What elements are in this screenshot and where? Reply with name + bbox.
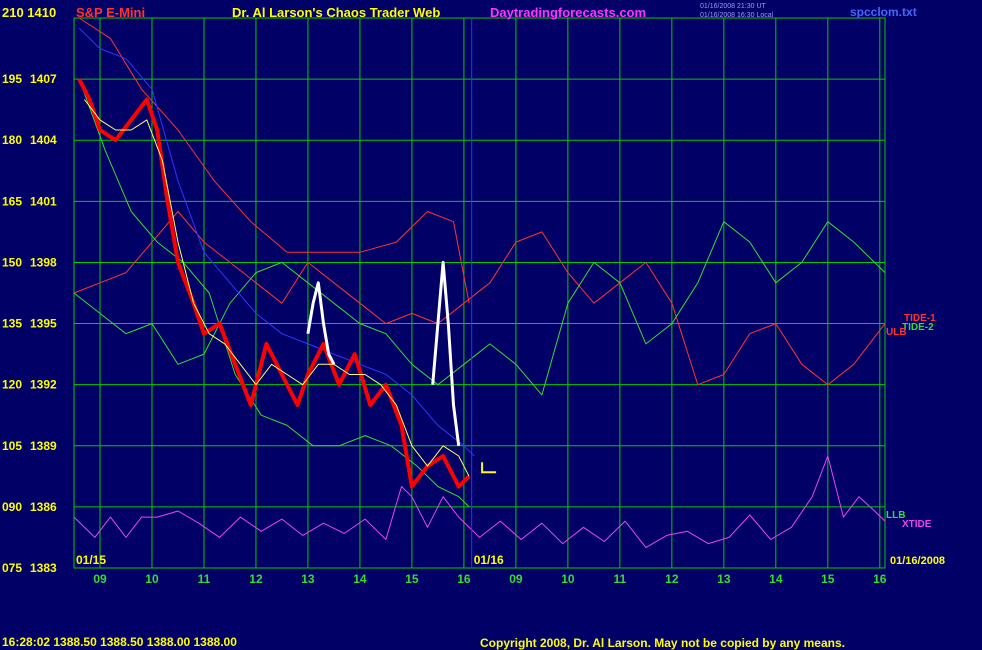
x-hour-tick-label: 13 <box>717 572 731 586</box>
y-left-tick-label: 150 <box>2 255 22 269</box>
series-xtide <box>73 455 886 549</box>
x-hour-tick-label: 14 <box>769 572 783 586</box>
y-price-tick-label: 1398 <box>30 255 57 269</box>
stamp-ut: 01/16/2008 21:30 UT <box>700 3 766 10</box>
y-left-tick-label: 195 <box>2 72 22 86</box>
site-link[interactable]: Daytradingforecasts.com <box>490 5 646 20</box>
label-tide-2: TIDE-2 <box>902 322 934 333</box>
y-price-tick-label: 1401 <box>30 194 57 208</box>
x-hour-tick-label: 12 <box>249 572 263 586</box>
y-axis-top-label: 210 1410 <box>2 5 57 20</box>
x-hour-tick-label: 11 <box>614 572 627 586</box>
series-short_ma <box>84 99 470 477</box>
date-label-now: 01/16 <box>474 553 504 567</box>
x-hour-tick-label: 13 <box>301 572 315 586</box>
x-hour-tick-label: 09 <box>509 572 523 586</box>
x-hour-tick-label: 15 <box>405 572 419 586</box>
label-ulb: ULB <box>886 327 907 338</box>
y-price-tick-label: 1395 <box>30 317 57 331</box>
copyright: Copyright 2008, Dr. Al Larson. May not b… <box>480 636 845 650</box>
symbol-title: S&P E-Mini <box>76 5 146 20</box>
stamp-local: 01/16/2008 16:30 Local <box>700 12 774 19</box>
y-price-tick-label: 1383 <box>30 561 57 575</box>
y-left-tick-label: 180 <box>2 133 22 147</box>
y-price-tick-label: 1392 <box>30 378 57 392</box>
chaos-chart: 195 1407 180 1404 165 1401 150 1398 135 1395 120 13… <box>2 17 945 586</box>
date-label-end: 01/16/2008 <box>890 555 945 567</box>
y-left-tick-label: 135 <box>2 317 22 331</box>
series-tide-1 <box>73 211 886 386</box>
y-price-tick-label: 1389 <box>30 439 57 453</box>
x-hour-tick-label: 09 <box>93 572 107 586</box>
x-hour-tick-label: 15 <box>821 572 835 586</box>
series-layer <box>73 17 886 549</box>
label-xtide: XTIDE <box>902 519 932 530</box>
x-hour-tick-label: 12 <box>665 572 679 586</box>
series-long_ma <box>78 27 475 457</box>
y-left-tick-label: 105 <box>2 439 22 453</box>
x-hour-tick-label: 14 <box>353 572 367 586</box>
x-hour-tick-label: 10 <box>145 572 159 586</box>
series-ulb <box>78 17 470 304</box>
y-price-tick-label: 1404 <box>30 133 57 147</box>
y-left-tick-label: 075 <box>2 561 22 575</box>
plot-frame <box>73 17 886 569</box>
x-hour-tick-label: 10 <box>561 572 575 586</box>
x-hour-tick-label: 11 <box>198 572 211 586</box>
quote-readout: 16:28:02 1388.50 1388.50 1388.00 1388.00 <box>2 635 237 649</box>
grid <box>73 17 886 569</box>
y-left-tick-label: 090 <box>2 500 22 514</box>
date-label-start: 01/15 <box>76 553 106 567</box>
cursor-mark <box>481 462 497 474</box>
chart-title: Dr. Al Larson's Chaos Trader Web <box>232 5 441 20</box>
y-left-tick-label: 165 <box>2 194 22 208</box>
y-left-tick-label: 120 <box>2 378 22 392</box>
y-price-tick-label: 1386 <box>30 500 57 514</box>
series-price_future <box>431 260 461 446</box>
data-file-name: spcclom.txt <box>850 5 917 19</box>
y-price-tick-label: 1407 <box>30 72 57 86</box>
x-hour-tick-label: 16 <box>873 572 887 586</box>
x-hour-tick-label: 16 <box>457 572 471 586</box>
